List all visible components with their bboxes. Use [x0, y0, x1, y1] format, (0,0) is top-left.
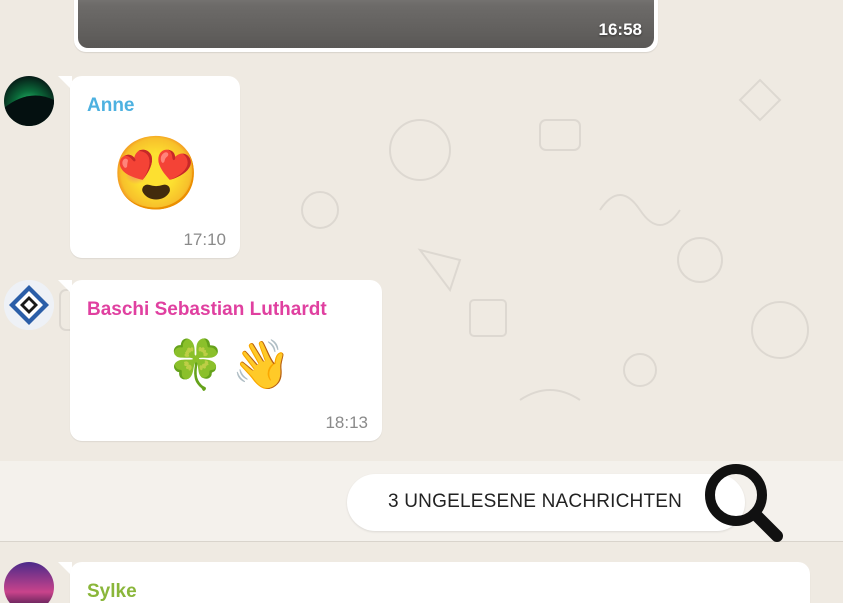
sender-name[interactable]: Anne — [87, 95, 135, 117]
message-bubble[interactable]: Anne 😍 17:10 — [70, 76, 240, 258]
message-time: 16:58 — [598, 20, 642, 39]
sender-name[interactable]: Baschi Sebastian Luthardt — [87, 299, 327, 321]
avatar-anne[interactable] — [4, 76, 54, 126]
message-emoji: 😍 — [111, 134, 201, 214]
photo-image[interactable]: 16:58 — [78, 0, 654, 48]
message-time: 17:10 — [183, 230, 226, 249]
photo-message-bubble[interactable]: 16:58 — [74, 0, 658, 52]
avatar-baschi[interactable] — [4, 280, 54, 330]
magnifier-icon[interactable] — [697, 456, 787, 546]
unread-label: 3 UNGELESENE NACHRICHTEN — [388, 491, 683, 512]
sender-name[interactable]: Sylke — [87, 581, 137, 603]
message-bubble[interactable]: Sylke — [70, 562, 810, 603]
message-time: 18:13 — [325, 413, 368, 432]
message-emoji: 🍀👋 — [166, 339, 298, 392]
chat-panel: 16:58 Anne 😍 17:10 Baschi Sebastian Luth… — [0, 0, 843, 603]
message-bubble[interactable]: Baschi Sebastian Luthardt 🍀👋 18:13 — [70, 280, 382, 441]
